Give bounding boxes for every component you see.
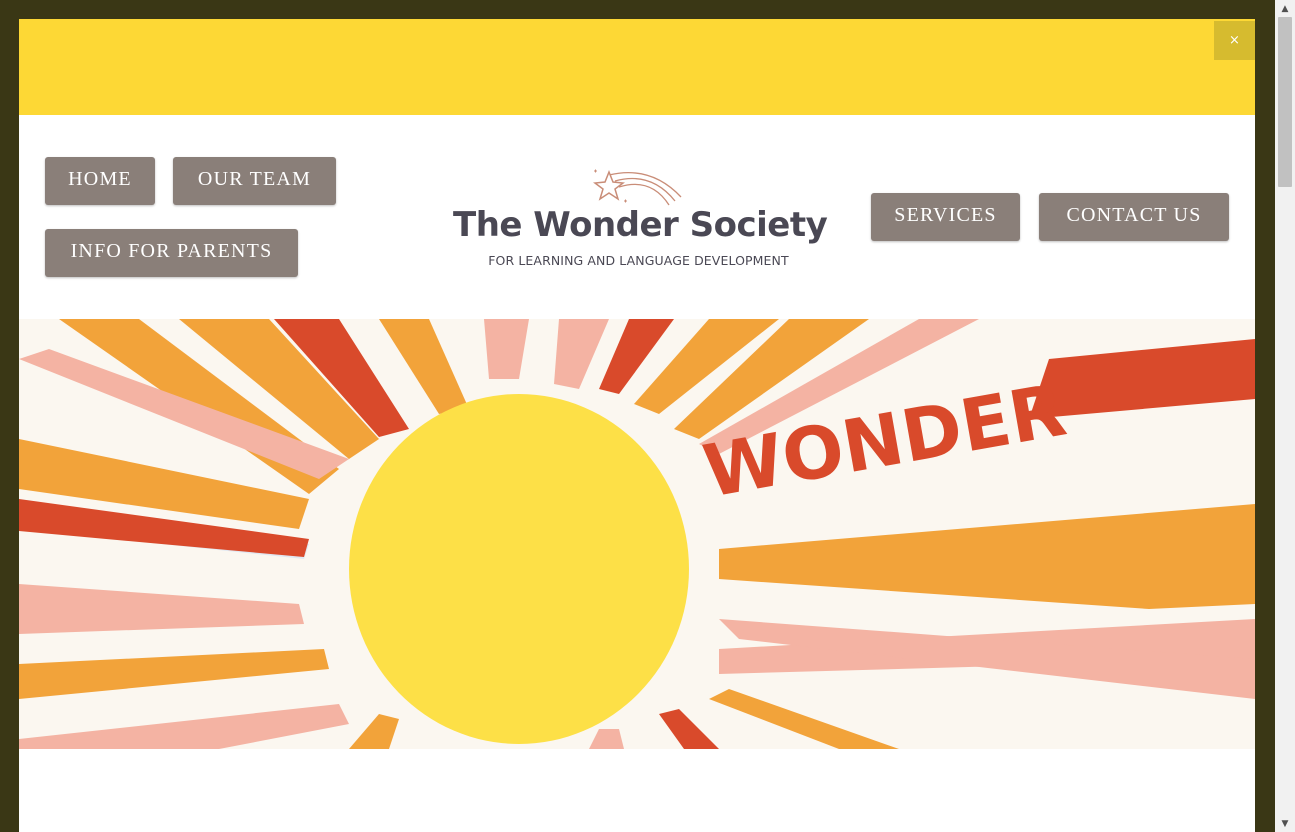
nav-services-button[interactable]: SERVICES	[871, 193, 1020, 241]
nav-contact-us-button[interactable]: CONTACT US	[1039, 193, 1229, 241]
logo-title: The Wonder Society	[453, 205, 828, 245]
modal-page: × HOME OUR TEAM INFO FOR PARENTS The Won…	[19, 19, 1255, 832]
close-icon: ×	[1229, 33, 1240, 48]
nav-home-button[interactable]: HOME	[45, 157, 155, 205]
page-scrollbar[interactable]: ▲ ▼	[1275, 0, 1295, 832]
scrollbar-thumb[interactable]	[1278, 17, 1292, 187]
hero-mural-image: WONDER	[19, 319, 1255, 749]
site-header: HOME OUR TEAM INFO FOR PARENTS The Wonde…	[19, 115, 1255, 319]
scroll-up-icon[interactable]: ▲	[1275, 0, 1295, 17]
close-button[interactable]: ×	[1214, 21, 1255, 60]
sun-mural-illustration: WONDER	[19, 319, 1255, 749]
nav-info-for-parents-button[interactable]: INFO FOR PARENTS	[45, 229, 298, 277]
top-banner: ×	[19, 19, 1255, 115]
site-logo[interactable]: The Wonder Society FOR LEARNING AND LANG…	[451, 167, 828, 272]
nav-our-team-button[interactable]: OUR TEAM	[173, 157, 336, 205]
logo-subtitle: FOR LEARNING AND LANGUAGE DEVELOPMENT	[488, 253, 789, 268]
scroll-down-icon[interactable]: ▼	[1275, 815, 1295, 832]
